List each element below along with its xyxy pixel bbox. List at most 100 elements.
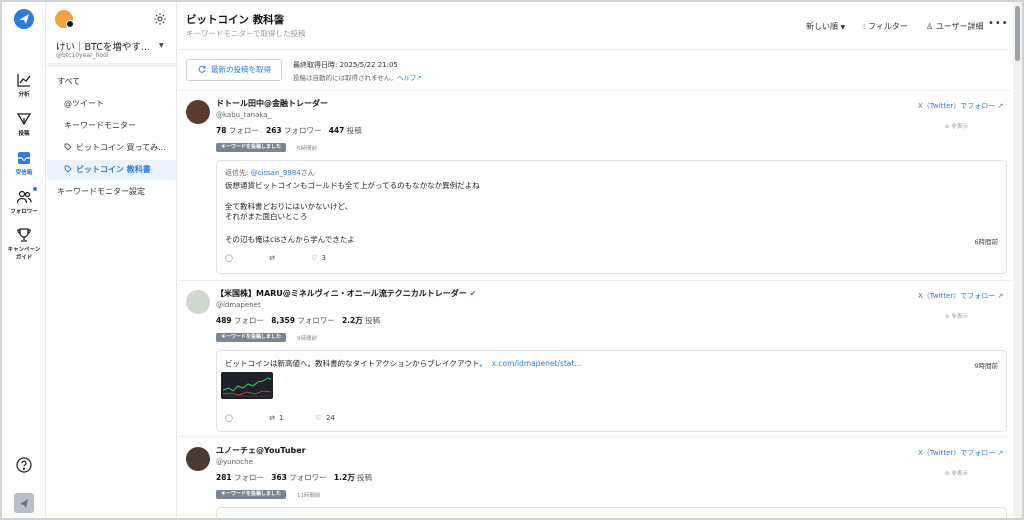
- author-avatar[interactable]: [186, 290, 210, 314]
- sort-dropdown[interactable]: 新しい順 ▼: [806, 21, 845, 32]
- posts-count: 447: [328, 126, 345, 135]
- hide-label: 非表示: [951, 124, 968, 130]
- retweet-button[interactable]: ⇄ 1: [269, 414, 283, 422]
- sidebar: けい｜BTCを増やす... ▼ @btc10year_hodl すべて @ツイー…: [47, 2, 177, 518]
- filter-icon: ⫶⫶: [862, 23, 866, 31]
- hide-button[interactable]: ⊘ 非表示: [945, 469, 968, 477]
- post-card[interactable]: [216, 507, 1007, 518]
- retweet-count: 1: [278, 414, 284, 422]
- follow-on-x-link[interactable]: X（Twitter）でフォロー ↗: [918, 101, 1003, 111]
- x-badge-icon: [66, 20, 74, 28]
- heart-icon: ♡: [315, 414, 322, 422]
- eye-off-icon: ⊘: [945, 124, 950, 130]
- following-count: 78: [216, 126, 227, 135]
- like-button[interactable]: ♡ 3: [311, 254, 326, 262]
- help-link[interactable]: ヘルプ: [397, 74, 417, 82]
- followers-count: 363: [271, 473, 287, 482]
- fetch-note-text: 投稿は自動的には取得されません。: [293, 74, 397, 82]
- author-stats: 78 フォロー 263 フォロワー 447 投稿: [216, 125, 362, 136]
- keyword-badge: キーワードを投稿しました: [216, 143, 287, 152]
- sidebar-item-keyword-monitor[interactable]: キーワードモニター: [47, 116, 176, 136]
- followers-count: 263: [265, 126, 282, 135]
- author-handle: @idmapenet: [216, 301, 261, 309]
- post-actions: ◯ ⇄ ♡ 3: [225, 254, 356, 262]
- followers-label: フォロワー: [297, 316, 335, 325]
- post-card[interactable]: 返信先: @cissan_9984さん 仮想通貨ビットコインもゴールドも全て上が…: [216, 160, 1007, 274]
- divider: [178, 90, 1011, 91]
- post-card[interactable]: ビットコインは新高値へ。教科書的なタイトアクションからブレイクアウト。 x.co…: [216, 350, 1007, 432]
- user-icon: ♙: [926, 22, 934, 31]
- like-button[interactable]: ♡ 24: [316, 414, 335, 422]
- sort-label: 新しい順: [806, 22, 838, 31]
- chevron-down-icon: ▼: [840, 24, 846, 31]
- comment-icon: ◯: [225, 254, 233, 262]
- post-image-chart[interactable]: [221, 372, 273, 399]
- reply-to: 返信先: @cissan_9984さん: [225, 168, 315, 178]
- sidebar-item-bitcoin-textbook[interactable]: ビットコイン 教科書: [47, 160, 176, 180]
- following-count: 489: [216, 316, 232, 325]
- filter-button[interactable]: ⫶⫶ フィルター: [862, 21, 908, 32]
- hide-button[interactable]: ⊘ 非表示: [945, 122, 968, 130]
- followers-label: フォロワー: [284, 126, 322, 135]
- sidebar-item-label: キーワードモニター設定: [57, 187, 145, 196]
- post-item: ユノーチェ@YouTuber @yunoche 281 フォロー 363 フォロ…: [178, 443, 1011, 518]
- chevron-down-icon[interactable]: ▼: [159, 42, 164, 49]
- sidebar-item-bitcoin-buy[interactable]: ビットコイン 買ってみ...: [47, 138, 176, 158]
- rail-item-followers[interactable]: フォロワー: [2, 189, 46, 215]
- post-body-text: ビットコインは新高値へ。教科書的なタイトアクションからブレイクアウト。: [225, 359, 487, 368]
- main-panel: ビットコイン 教科書 キーワードモニターで取得した投稿 新しい順 ▼ ⫶⫶ フィ…: [178, 2, 1011, 518]
- more-menu-icon[interactable]: •••: [988, 18, 1009, 29]
- post-item: ドトール田中@金融トレーダー @kabu_tanaka_ 78 フォロー 263…: [178, 96, 1011, 278]
- reply-to-handle[interactable]: @cissan_9984: [251, 169, 301, 177]
- like-count: 24: [325, 414, 335, 422]
- send-icon: [16, 111, 32, 127]
- fetch-note: 投稿は自動的には取得されません。ヘルプ↗: [293, 72, 422, 82]
- fetch-latest-button[interactable]: 最新の投稿を取得: [186, 59, 282, 81]
- page-title: ビットコイン 教科書: [186, 14, 285, 26]
- follow-on-x-link[interactable]: X（Twitter）でフォロー ↗: [918, 291, 1003, 301]
- author-name[interactable]: ドトール田中@金融トレーダー: [216, 98, 328, 109]
- following-count: 281: [216, 473, 232, 482]
- author-name[interactable]: 【米国株】MARU@ミネルヴィニ・オニール流テクニカルトレーダー ✔: [216, 288, 476, 299]
- hide-label: 非表示: [951, 471, 968, 477]
- scrollbar-thumb[interactable]: [1015, 6, 1020, 61]
- retweet-icon: ⇄: [269, 414, 275, 422]
- author-handle: @yunoche: [216, 458, 253, 466]
- sidebar-item-all[interactable]: すべて: [47, 72, 176, 92]
- follow-on-x-link[interactable]: X（Twitter）でフォロー ↗: [918, 448, 1003, 458]
- rail-item-campaign-guide[interactable]: キャンペーン ガイド: [2, 227, 46, 261]
- posts-count: 1.2万: [333, 473, 355, 482]
- reply-button[interactable]: ◯: [225, 414, 237, 422]
- retweet-button[interactable]: ⇄: [269, 254, 279, 262]
- scrollbar-track[interactable]: [1013, 2, 1022, 518]
- edit-icon[interactable]: [274, 13, 283, 22]
- rail-item-analytics[interactable]: 分析: [2, 72, 46, 98]
- account-name[interactable]: けい｜BTCを増やす...: [56, 39, 150, 53]
- author-handle: @kabu_tanaka_: [216, 111, 272, 119]
- rail-item-post[interactable]: 投稿: [2, 111, 46, 137]
- gear-icon[interactable]: [153, 12, 167, 26]
- rail-item-inbox[interactable]: 受信箱: [2, 150, 46, 176]
- comment-icon: ◯: [225, 414, 233, 422]
- user-avatar[interactable]: [14, 493, 34, 513]
- badge-time: 11時間前: [297, 493, 321, 499]
- author-stats: 281 フォロー 363 フォロワー 1.2万 投稿: [216, 472, 372, 483]
- divider: [178, 436, 1011, 437]
- sidebar-item-keyword-settings[interactable]: キーワードモニター設定: [47, 182, 176, 202]
- author-name[interactable]: ユノーチェ@YouTuber: [216, 445, 306, 456]
- author-avatar[interactable]: [186, 447, 210, 471]
- user-detail-button[interactable]: ♙ ユーザー詳細: [926, 21, 984, 32]
- divider: [178, 280, 1011, 281]
- author-avatar[interactable]: [186, 100, 210, 124]
- post-link[interactable]: x.com/idmapenet/stat...: [492, 359, 582, 368]
- reply-button[interactable]: ◯: [225, 254, 237, 262]
- badge-time: 9時間前: [297, 336, 317, 342]
- post-body-line: それがまた面白いところ: [225, 212, 308, 221]
- hide-button[interactable]: ⊘ 非表示: [945, 312, 968, 320]
- reply-to-label: 返信先:: [225, 169, 251, 177]
- help-icon[interactable]: [16, 457, 32, 473]
- sidebar-item-tweets[interactable]: @ツイート: [47, 94, 176, 114]
- like-count: 3: [321, 254, 326, 262]
- following-label: フォロー: [228, 126, 259, 135]
- app-logo-icon[interactable]: [14, 9, 34, 29]
